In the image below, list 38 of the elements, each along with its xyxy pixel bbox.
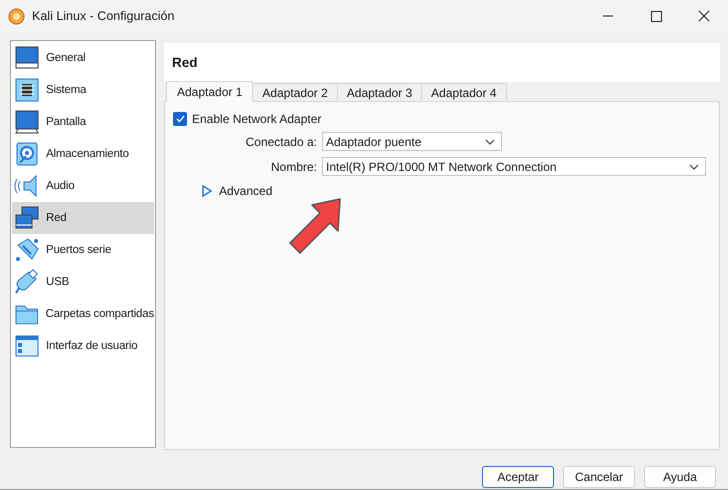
field-label: Conectado a:: [244, 134, 317, 148]
checkbox-label: Enable Network Adapter: [192, 112, 322, 126]
network-icon: [14, 205, 40, 231]
advanced-toggle[interactable]: Advanced: [201, 184, 711, 198]
sidebar-item[interactable]: Almacenamiento: [12, 138, 154, 170]
tab[interactable]: Adaptador 4: [421, 83, 507, 101]
checkbox[interactable]: [173, 112, 187, 126]
tab[interactable]: Adaptador 2: [252, 83, 338, 101]
window-icon: [14, 333, 40, 359]
monitor-icon: [14, 109, 40, 135]
dialog-button[interactable]: Ayuda: [644, 466, 716, 488]
usb-icon: [14, 269, 40, 295]
dropdown[interactable]: Adaptador puente: [322, 132, 502, 151]
dropdown[interactable]: Intel(R) PRO/1000 MT Network Connection: [322, 157, 706, 176]
chevron-icon: [689, 164, 699, 170]
sidebar-item[interactable]: Sistema: [12, 74, 154, 106]
field-label: Nombre:: [270, 160, 317, 174]
checkmark-icon: [176, 115, 184, 123]
serial-port-icon: [14, 237, 40, 263]
dialog-button[interactable]: Cancelar: [563, 466, 635, 488]
tab[interactable]: Adaptador 3: [336, 83, 422, 101]
sidebar-item[interactable]: Carpetas compartidas: [12, 298, 154, 330]
window-title: Kali Linux - Configuración: [32, 9, 176, 23]
chip-icon: [14, 77, 40, 103]
sidebar-item[interactable]: Interfaz de usuario: [12, 330, 154, 362]
sidebar-item[interactable]: Red: [12, 202, 154, 234]
sidebar-item[interactable]: USB: [12, 266, 154, 298]
dialog-button[interactable]: Aceptar: [482, 466, 554, 488]
chevron-icon: [485, 138, 495, 144]
sidebar-item[interactable]: Audio: [12, 170, 154, 202]
app-icon: [8, 8, 25, 24]
page-title: Red: [172, 55, 198, 70]
tab[interactable]: Adaptador 1: [166, 81, 254, 102]
sidebar-item[interactable]: Pantalla: [12, 106, 154, 138]
monitor-icon: [14, 45, 40, 71]
triangle-icon: [201, 185, 213, 197]
sidebar-item[interactable]: General: [12, 42, 154, 74]
sidebar-item[interactable]: Puertos serie: [12, 234, 154, 266]
